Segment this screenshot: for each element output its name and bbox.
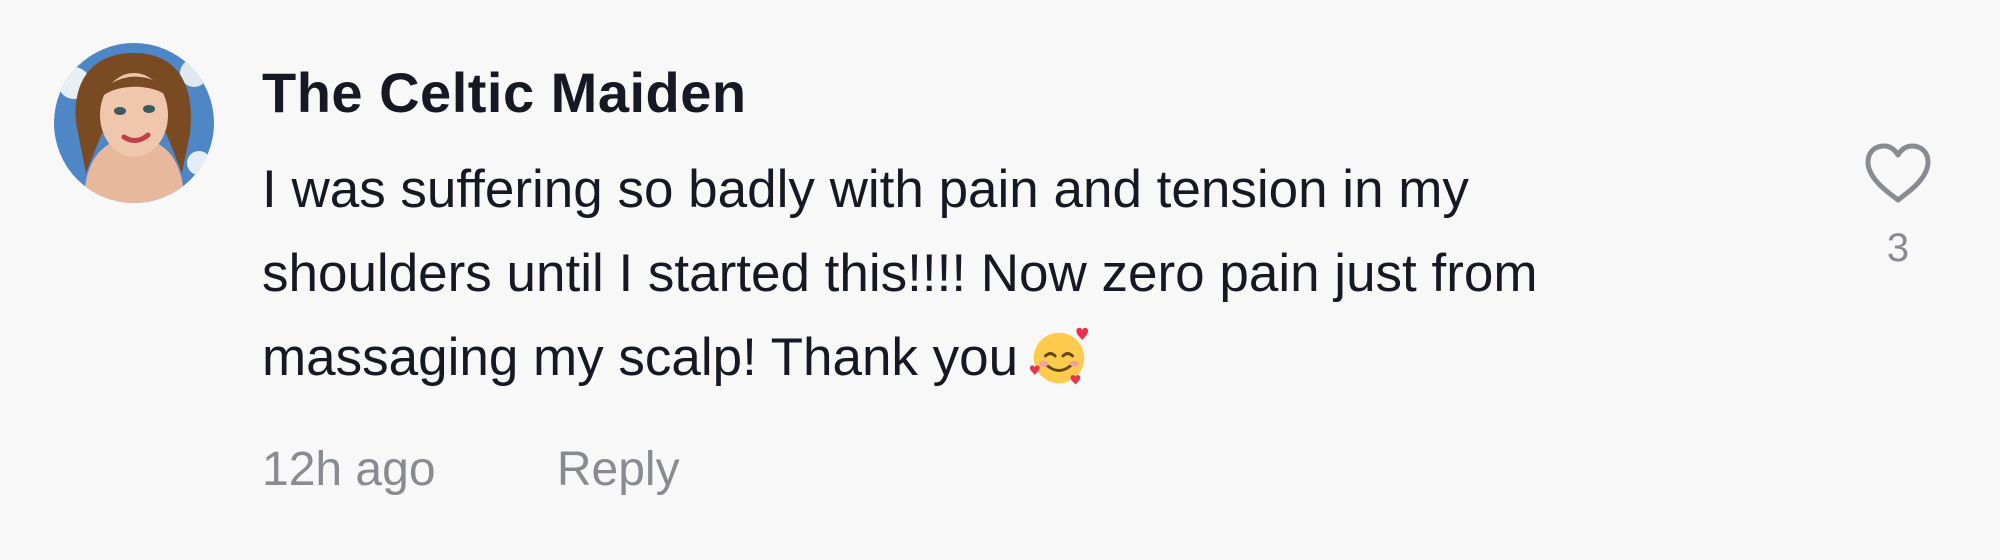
comment-text-line: I was suffering so badly with pain and t… (262, 160, 1469, 219)
comment-meta: 12h ago Reply (262, 438, 680, 502)
avatar-image (54, 43, 214, 203)
comment-text: I was suffering so badly with pain and t… (262, 148, 1822, 400)
heart-outline-icon[interactable] (1862, 140, 1934, 206)
like-count: 3 (1886, 226, 1910, 270)
avatar[interactable] (54, 43, 214, 203)
comment-text-line: massaging my scalp! Thank you (262, 316, 1822, 400)
like-control: 3 (1862, 140, 1934, 272)
smiling-face-with-hearts-icon (1030, 327, 1089, 386)
comment-author[interactable]: The Celtic Maiden (262, 58, 747, 128)
reply-button[interactable]: Reply (557, 443, 680, 496)
comment-text-line: shoulders until I started this!!!! Now z… (262, 244, 1538, 303)
comment-text-line-content: massaging my scalp! Thank you (262, 328, 1019, 387)
comment-item: The Celtic Maiden I was suffering so bad… (0, 0, 2000, 560)
comment-timestamp: 12h ago (262, 443, 436, 496)
